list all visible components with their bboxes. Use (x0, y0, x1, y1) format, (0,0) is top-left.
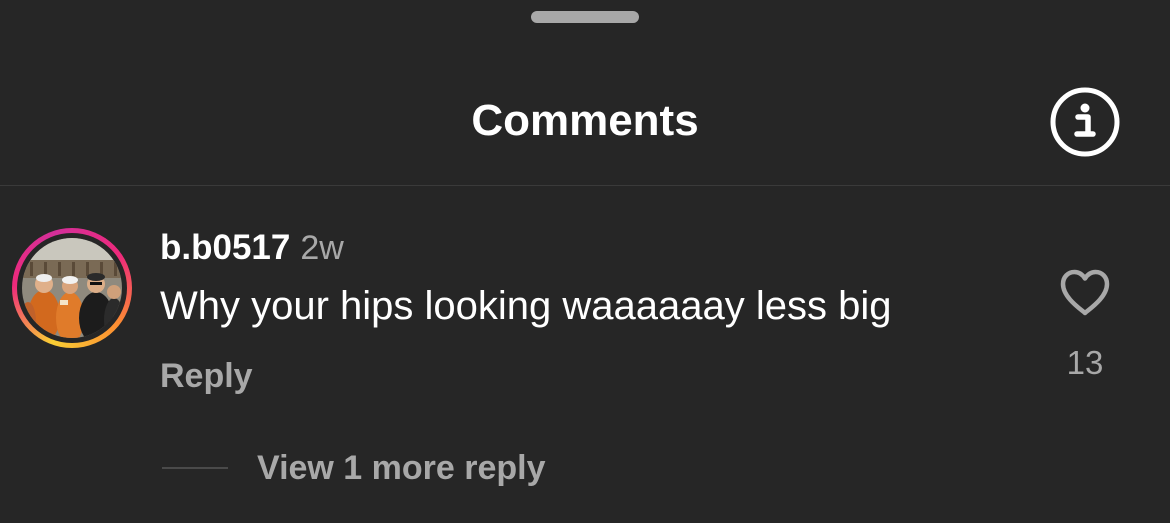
comment-text: Why your hips looking waaaaaay less big (160, 284, 892, 328)
page-title: Comments (471, 96, 699, 145)
sheet-grabber-handle[interactable] (531, 11, 639, 23)
comment-author[interactable]: b.b0517 2w (160, 226, 344, 270)
view-more-replies-button[interactable]: View 1 more reply (162, 446, 546, 490)
heart-outline-icon (1060, 269, 1110, 316)
like-button[interactable] (1058, 268, 1112, 318)
header-divider (0, 185, 1170, 186)
replies-indent-line (162, 467, 228, 469)
avatar-ring-gap (17, 233, 127, 343)
comment-username[interactable]: b.b0517 (160, 228, 290, 267)
avatar-photo (22, 238, 122, 338)
info-icon (1050, 87, 1120, 157)
reply-button[interactable]: Reply (160, 355, 253, 397)
view-replies-label: View 1 more reply (257, 449, 546, 487)
info-button[interactable] (1049, 86, 1121, 158)
comment-timestamp: 2w (300, 229, 344, 267)
like-count: 13 (1066, 344, 1104, 381)
avatar[interactable] (12, 228, 132, 348)
